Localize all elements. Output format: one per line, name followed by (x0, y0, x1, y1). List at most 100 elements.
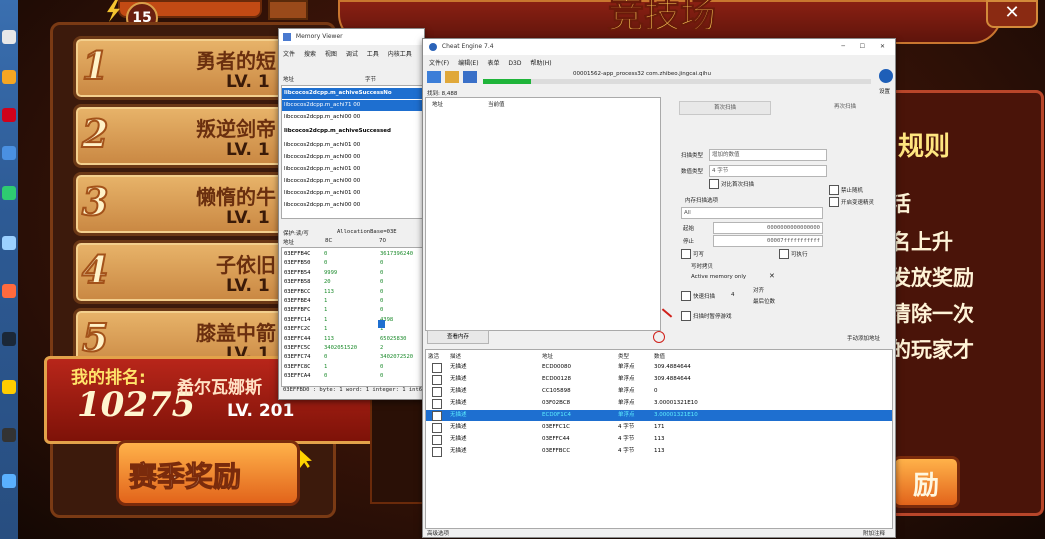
menu-table[interactable]: 表单 (487, 58, 499, 67)
hex-row[interactable]: 03EFFCA4 0 0 (282, 372, 422, 381)
address-table-row[interactable]: 无描述 ECD00128 单浮点 309.4884644 (426, 374, 892, 385)
active-memory-label[interactable]: Active memory only (691, 274, 746, 280)
memory-region-select[interactable]: All (681, 207, 823, 219)
address-table-row[interactable]: 无描述 ECD0F1C4 单浮点 3.00001321E10 (426, 410, 892, 421)
active-checkbox[interactable] (432, 363, 442, 373)
disasm-row[interactable]: libcocos2dcpp.m_achi01 00 (282, 140, 422, 151)
next-scan-button[interactable]: 再次扫描 (815, 101, 875, 113)
hex-row[interactable]: 03EFFB54 9999 0 (282, 269, 422, 278)
desktop-icon-3[interactable] (2, 108, 16, 122)
maximize-icon[interactable]: ☐ (860, 39, 865, 55)
address-table-row[interactable]: 无描述 03EFFBCC 4 字节 113 (426, 446, 892, 457)
view-memory-button[interactable]: 查看内存 (427, 330, 489, 344)
desktop-icon-4[interactable] (2, 146, 16, 160)
fast-scan-checkbox[interactable] (681, 291, 691, 301)
steam-icon[interactable] (2, 332, 16, 346)
active-checkbox[interactable] (432, 387, 442, 397)
disasm-row[interactable]: libcocos2dcpp.m_achiveSuccessed (282, 126, 422, 137)
first-scan-button[interactable]: 首次扫描 (679, 101, 771, 115)
active-checkbox[interactable] (432, 423, 442, 433)
menu-view[interactable]: 视图 (325, 49, 337, 58)
menu-kernel-tools[interactable]: 内核工具 (388, 49, 412, 58)
ce-titlebar[interactable]: Cheat Engine 7.4 ─ ☐ ✕ (423, 39, 895, 55)
active-checkbox[interactable] (432, 447, 442, 457)
menu-help[interactable]: 帮助(H) (530, 58, 551, 67)
season-reward-button[interactable]: 赛季奖励 (116, 440, 300, 506)
address-table[interactable]: 激活 描述 地址 类型 数值 无描述 ECD00080 单浮点 309.4884644… (425, 349, 893, 529)
address-table-row[interactable]: 无描述 ECD00080 单浮点 309.4884644 (426, 362, 892, 373)
align-radio[interactable]: 对齐 (753, 286, 764, 294)
address-table-row[interactable]: 无描述 03F02BC8 单浮点 3.00001321E10 (426, 398, 892, 409)
address-table-row[interactable]: 无描述 CC105898 单浮点 0 (426, 386, 892, 397)
speedhack-checkbox[interactable] (829, 197, 839, 207)
hex-row[interactable]: 03EFFC8C 1 0 (282, 363, 422, 372)
hex-row[interactable]: 03EFFC14 1 4398 (282, 316, 422, 325)
menu-tools[interactable]: 工具 (367, 49, 379, 58)
active-checkbox[interactable] (432, 375, 442, 385)
menu-d3d[interactable]: D3D (508, 60, 521, 67)
table-extras-button[interactable]: 附加注释 (863, 529, 885, 537)
desktop-icon-1[interactable] (2, 30, 16, 44)
menu-file[interactable]: 文件 (283, 49, 295, 58)
settings-label[interactable]: 设置 (879, 87, 890, 95)
scan-results-list[interactable]: 地址 当前值 (425, 97, 661, 331)
disasm-row[interactable]: libcocos2dcpp.m_achi71 00 (282, 100, 422, 111)
add-energy-button[interactable] (268, 0, 308, 20)
disasm-row[interactable]: libcocos2dcpp.m_achiveSuccessNo (282, 88, 422, 99)
hex-row[interactable]: 03EFFB50 0 0 (282, 259, 422, 268)
hex-row[interactable]: 03EFFBFC 1 0 (282, 306, 422, 315)
pause-game-checkbox[interactable] (681, 311, 691, 321)
value-type-select[interactable]: 4 字节 (709, 165, 827, 177)
disassembly-view[interactable]: libcocos2dcpp.m_achiveSuccessNo libcocos… (281, 85, 423, 219)
disasm-row[interactable]: libcocos2dcpp.m_achi01 00 (282, 188, 422, 199)
hex-row[interactable]: 03EFFC74 0 3402072520 (282, 353, 422, 362)
writable-checkbox[interactable] (681, 249, 691, 259)
fast-scan-value[interactable]: 4 (731, 292, 735, 298)
open-process-icon[interactable] (427, 71, 441, 83)
menu-file[interactable]: 文件(F) (429, 58, 449, 67)
desktop-icon-2[interactable] (2, 70, 16, 84)
add-address-button[interactable]: 手动添加地址 (847, 334, 880, 342)
active-checkbox[interactable] (432, 411, 442, 421)
desktop-icon-6[interactable] (2, 236, 16, 250)
minimize-icon[interactable]: ─ (841, 39, 845, 55)
hex-view[interactable]: 03EFFB4C 0 3617396240 03EFFB50 0 0 03EFFB54 999… (281, 247, 423, 387)
claim-reward-button[interactable]: 励 (892, 456, 960, 508)
disasm-row[interactable]: libcocos2dcpp.m_achi00 00 (282, 152, 422, 163)
address-table-row[interactable]: 无描述 03EFFC1C 4 字节 171 (426, 422, 892, 433)
unrandomizer-checkbox[interactable] (829, 185, 839, 195)
disasm-row[interactable]: libcocos2dcpp.m_achi00 00 (282, 176, 422, 187)
ce-logo-icon[interactable] (879, 69, 893, 83)
copy-on-write-label[interactable]: 写时拷贝 (691, 262, 713, 270)
start-address-input[interactable]: 0000000000000000 (713, 222, 823, 234)
disasm-row[interactable]: libcocos2dcpp.m_achi00 00 (282, 200, 422, 211)
desktop-icon-11[interactable] (2, 474, 16, 488)
open-file-icon[interactable] (445, 71, 459, 83)
last-digits-radio[interactable]: 最后位数 (753, 297, 775, 305)
hex-row[interactable]: 03EFFC2C 1 1 (282, 325, 422, 334)
desktop-icon-9[interactable] (2, 380, 16, 394)
desktop-icon-7[interactable] (2, 284, 16, 298)
hex-row[interactable]: 03EFFC44 113 65025830 (282, 335, 422, 344)
close-icon[interactable]: ✕ (880, 39, 885, 55)
menu-debug[interactable]: 调试 (346, 49, 358, 58)
disasm-row[interactable]: libcocos2dcpp.m_achi00 00 (282, 112, 422, 123)
address-table-row[interactable]: 无描述 03EFFC44 4 字节 113 (426, 434, 892, 445)
hex-row[interactable]: 03EFFB4C 0 3617396240 (282, 250, 422, 259)
scan-type-select[interactable]: 增加的数值 (709, 149, 827, 161)
stop-address-input[interactable]: 00007fffffffffff (713, 235, 823, 247)
clear-list-icon[interactable] (653, 331, 665, 343)
compare-first-checkbox[interactable] (709, 179, 719, 189)
executable-checkbox[interactable] (779, 249, 789, 259)
save-icon[interactable] (463, 71, 477, 83)
active-checkbox[interactable] (432, 399, 442, 409)
advanced-options-button[interactable]: 高级选项 (427, 529, 449, 537)
disasm-row[interactable]: libcocos2dcpp.m_achi01 00 (282, 164, 422, 175)
hex-row[interactable]: 03EFFBCC 113 0 (282, 288, 422, 297)
menu-search[interactable]: 搜索 (304, 49, 316, 58)
hex-row[interactable]: 03EFFC5C 3402051520 2 (282, 344, 422, 353)
hex-row[interactable]: 03EFFB58 20 0 (282, 278, 422, 287)
menu-edit[interactable]: 编辑(E) (458, 58, 478, 67)
hex-row[interactable]: 03EFFBE4 1 0 (282, 297, 422, 306)
desktop-icon-10[interactable] (2, 428, 16, 442)
